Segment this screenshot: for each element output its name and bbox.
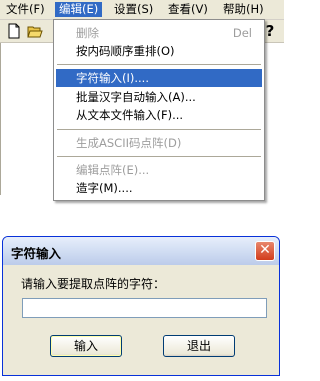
- menu-item-edit-bitmap[interactable]: 编辑点阵(E)...: [56, 161, 262, 179]
- menu-separator: [57, 129, 261, 130]
- dialog-title: 字符输入: [11, 246, 62, 261]
- menu-item-shortcut: Del: [232, 26, 252, 40]
- menu-separator: [57, 156, 261, 157]
- menu-separator: [57, 64, 261, 65]
- ok-button[interactable]: 输入: [50, 335, 122, 357]
- dialog-prompt: 请输入要提取点阵的字符：: [21, 277, 166, 291]
- menu-file[interactable]: 文件(F): [2, 2, 49, 17]
- menu-item-label: 删除: [76, 26, 99, 40]
- edit-menu-dropdown: 删除 Del 按内码顺序重排(O) 字符输入(I).... 批量汉字自动输入(A…: [53, 19, 265, 201]
- menu-view[interactable]: 查看(V): [164, 2, 212, 17]
- menu-item-batch-input[interactable]: 批量汉字自动输入(A)...: [56, 88, 262, 106]
- dialog-titlebar[interactable]: 字符输入 ✕: [3, 237, 279, 265]
- menu-item-create-char[interactable]: 造字(M)....: [56, 179, 262, 197]
- menu-settings[interactable]: 设置(S): [110, 2, 157, 17]
- char-input-field[interactable]: [22, 298, 267, 318]
- menu-item-file-input[interactable]: 从文本文件输入(F)...: [56, 106, 262, 124]
- char-input-dialog: 字符输入 ✕ 请输入要提取点阵的字符： 输入 退出: [2, 236, 280, 376]
- exit-button[interactable]: 退出: [163, 335, 235, 357]
- menu-item-char-input[interactable]: 字符输入(I)....: [56, 69, 262, 87]
- menu-help[interactable]: 帮助(H): [219, 2, 268, 17]
- menu-item-reorder[interactable]: 按内码顺序重排(O): [56, 42, 262, 60]
- close-icon[interactable]: ✕: [255, 241, 275, 261]
- menu-edit[interactable]: 编辑(E): [55, 2, 103, 17]
- menu-item-generate-ascii[interactable]: 生成ASCII码点阵(D): [56, 134, 262, 152]
- open-folder-icon[interactable]: [27, 23, 43, 39]
- new-file-icon[interactable]: [6, 23, 22, 39]
- menu-bar: 文件(F) 编辑(E) 设置(S) 查看(V) 帮助(H): [0, 0, 284, 20]
- menu-item-delete[interactable]: 删除 Del: [56, 24, 262, 42]
